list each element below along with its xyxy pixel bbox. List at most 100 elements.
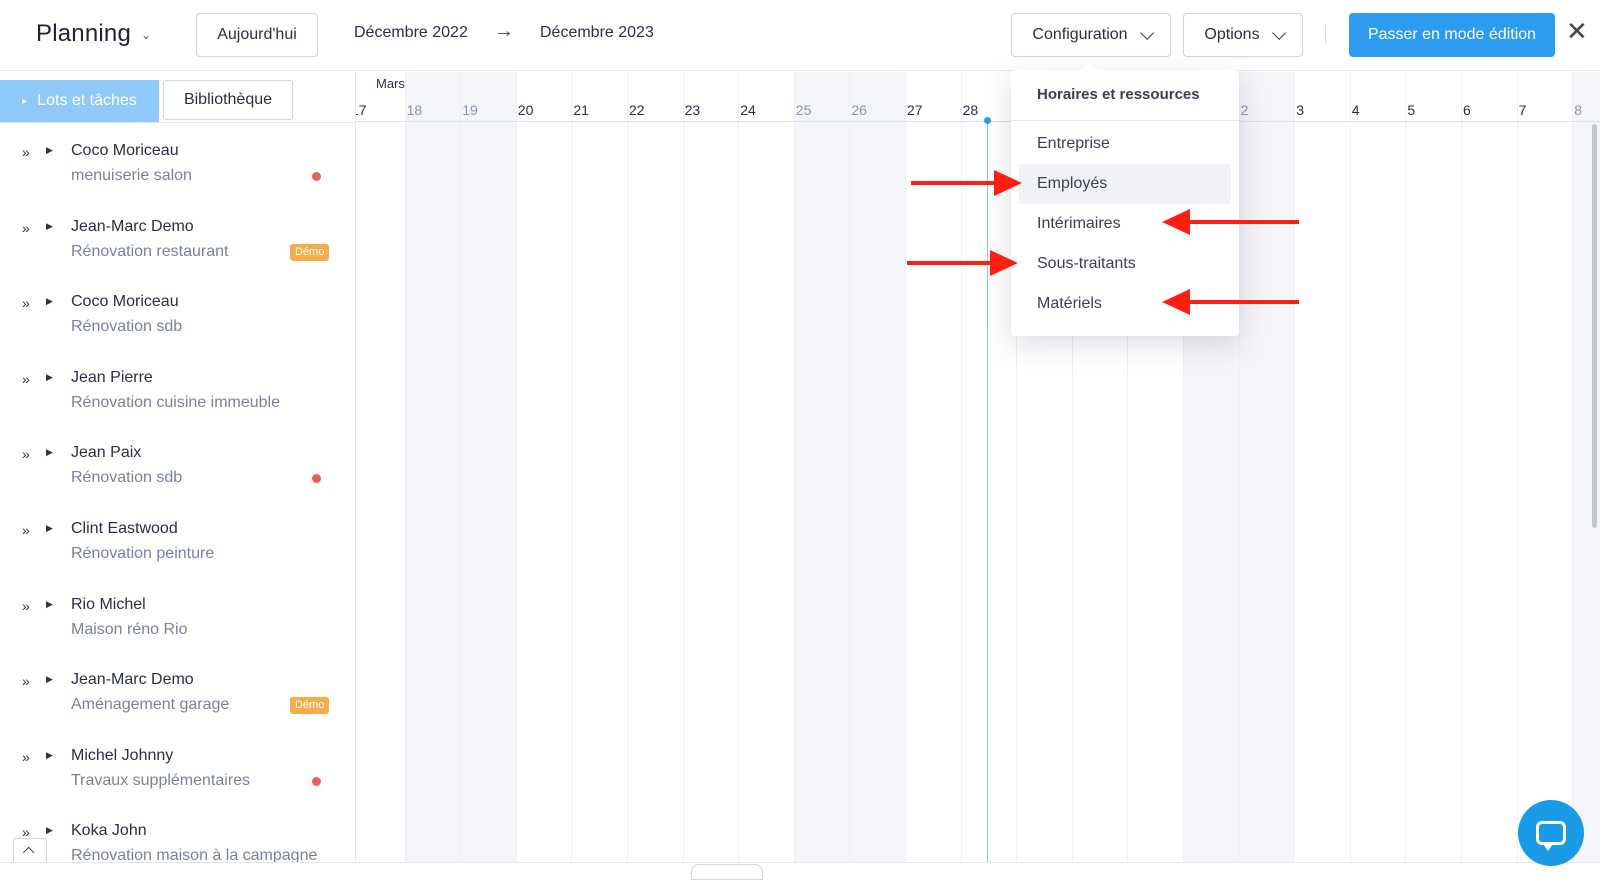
- status-dot: [312, 172, 321, 181]
- close-icon[interactable]: ✕: [1566, 18, 1588, 44]
- day-label: 5: [1407, 102, 1416, 118]
- expand-all-icon[interactable]: »: [22, 598, 30, 614]
- demo-badge: Démo: [290, 697, 330, 715]
- project-row[interactable]: » ▶ Michel Johnny Travaux supplémentaires: [0, 743, 355, 819]
- client-name: Jean-Marc Demo: [71, 671, 194, 689]
- client-name: Coco Moriceau: [71, 293, 179, 311]
- status-dot: [312, 474, 321, 484]
- day-label: 25: [795, 102, 812, 118]
- status-dot: [312, 776, 321, 786]
- project-name: Rénovation sdb: [71, 469, 183, 487]
- caret-right-icon[interactable]: ▶: [46, 447, 53, 458]
- chevron-down-icon: [1139, 25, 1154, 40]
- tab-lots-et-taches[interactable]: ▸ Lots et tâches: [0, 80, 159, 122]
- client-name: Coco Moriceau: [71, 142, 179, 159]
- day-label: 2: [1240, 102, 1249, 118]
- project-name: Rénovation sdb: [71, 318, 183, 336]
- expand-all-icon[interactable]: »: [22, 749, 30, 765]
- caret-right-icon[interactable]: ▶: [46, 221, 53, 232]
- day-column: 20: [517, 72, 573, 862]
- expand-all-icon[interactable]: »: [22, 295, 30, 311]
- caret-right-icon[interactable]: ▶: [46, 296, 53, 307]
- day-label: 24: [740, 102, 756, 118]
- client-name: Jean Paix: [71, 444, 142, 462]
- caret-right-icon[interactable]: ▶: [46, 750, 53, 761]
- today-button[interactable]: Aujourd'hui: [196, 13, 318, 57]
- day-column: 3: [1295, 72, 1351, 862]
- day-label: 21: [573, 102, 589, 118]
- configuration-button[interactable]: Configuration: [1011, 13, 1171, 57]
- project-row[interactable]: » ▶ Jean-Marc Demo Aménagement garage Démo: [0, 667, 355, 743]
- expand-all-icon[interactable]: »: [22, 220, 30, 236]
- caret-right-icon[interactable]: ▶: [46, 599, 53, 610]
- chat-button[interactable]: [1518, 800, 1584, 866]
- day-label: 27: [907, 102, 923, 118]
- project-name: Aménagement garage: [71, 696, 230, 714]
- caret-right-icon[interactable]: ▶: [46, 825, 53, 836]
- client-name: Clint Eastwood: [71, 519, 178, 537]
- project-row[interactable]: » ▶ Jean Paix Rénovation sdb: [0, 440, 355, 516]
- menu-item-3[interactable]: Sous-traitants: [1019, 244, 1231, 284]
- day-label: 22: [629, 102, 645, 118]
- chat-bubble-icon: [1536, 821, 1566, 851]
- project-row[interactable]: » ▶ Coco Moriceau Rénovation sdb: [0, 289, 355, 365]
- horizontal-scroll-handle[interactable]: [691, 864, 763, 880]
- day-column: 25: [794, 72, 851, 862]
- expand-all-icon[interactable]: »: [22, 673, 30, 689]
- day-column: 26: [850, 72, 906, 862]
- project-rows: » ▶ Coco Moriceau menuiserie salon » ▶ Jean-Ma…: [0, 138, 355, 880]
- menu-item-1[interactable]: Employés: [1019, 164, 1231, 204]
- expand-all-icon[interactable]: »: [22, 371, 30, 387]
- day-column: 17: [356, 72, 406, 862]
- vertical-scrollbar[interactable]: [1592, 124, 1597, 528]
- day-label: 20: [517, 102, 534, 118]
- chevron-up-icon: [22, 846, 35, 859]
- top-bar: Planning ⌄ Aujourd'hui Décembre 2022 → D…: [0, 0, 1600, 71]
- range-end-date[interactable]: Décembre 2023: [540, 24, 654, 42]
- day-label: 28: [962, 102, 979, 118]
- menu-section-header: Horaires et ressources: [1037, 86, 1200, 103]
- project-row[interactable]: » ▶ Jean Pierre Rénovation cuisine immeuble: [0, 365, 355, 441]
- client-name: Jean-Marc Demo: [71, 217, 194, 235]
- edit-mode-button[interactable]: Passer en mode édition: [1349, 13, 1555, 57]
- day-label: 4: [1351, 102, 1360, 118]
- options-label: Options: [1204, 26, 1260, 43]
- planning-title-dropdown[interactable]: Planning ⌄: [36, 20, 151, 48]
- range-arrow-icon: →: [494, 20, 514, 42]
- day-label: 26: [851, 102, 867, 118]
- tab-label: Lots et tâches: [37, 92, 137, 109]
- day-label: 6: [1463, 102, 1471, 118]
- today-marker-line: [987, 120, 988, 862]
- client-name: Jean Pierre: [71, 368, 153, 386]
- project-row[interactable]: » ▶ Rio Michel Maison réno Rio: [0, 592, 355, 668]
- expand-all-icon[interactable]: »: [22, 446, 30, 462]
- caret-right-icon[interactable]: ▶: [46, 372, 53, 383]
- day-column: 22: [628, 72, 684, 862]
- caret-right-icon[interactable]: ▶: [46, 523, 53, 534]
- toolbar-divider: [1325, 26, 1326, 44]
- project-name: menuiserie salon: [71, 167, 192, 184]
- expand-all-icon[interactable]: »: [22, 144, 30, 160]
- project-name: Rénovation cuisine immeuble: [71, 393, 280, 411]
- day-column: 7: [1518, 72, 1574, 862]
- day-label: 19: [462, 102, 478, 118]
- project-list-panel: ▸ Lots et tâches Bibliothèque » ▶ Coco Mor…: [0, 72, 356, 880]
- chevron-down-icon: ⌄: [141, 28, 152, 42]
- expand-all-icon[interactable]: »: [22, 522, 30, 538]
- caret-right-icon[interactable]: ▶: [46, 674, 53, 685]
- project-row[interactable]: » ▶ Clint Eastwood Rénovation peinture: [0, 516, 355, 592]
- horizontal-scroll-bar: [0, 862, 1600, 880]
- project-row[interactable]: » ▶ Coco Moriceau menuiserie salon: [0, 138, 355, 214]
- caret-right-icon[interactable]: ▶: [46, 145, 53, 156]
- tab-bibliotheque[interactable]: Bibliothèque: [163, 80, 293, 120]
- annotation-arrow: [1162, 209, 1299, 235]
- project-name: Travaux supplémentaires: [71, 771, 251, 789]
- day-column: 2: [1239, 72, 1296, 862]
- project-row[interactable]: » ▶ Jean-Marc Demo Rénovation restaurant Dém…: [0, 214, 355, 290]
- day-label: 7: [1518, 102, 1527, 118]
- options-button[interactable]: Options: [1183, 13, 1303, 57]
- project-name: Rénovation restaurant: [71, 242, 229, 260]
- range-start-date[interactable]: Décembre 2022: [354, 24, 468, 42]
- scroll-up-button[interactable]: [13, 838, 47, 864]
- menu-item-0[interactable]: Entreprise: [1019, 124, 1231, 164]
